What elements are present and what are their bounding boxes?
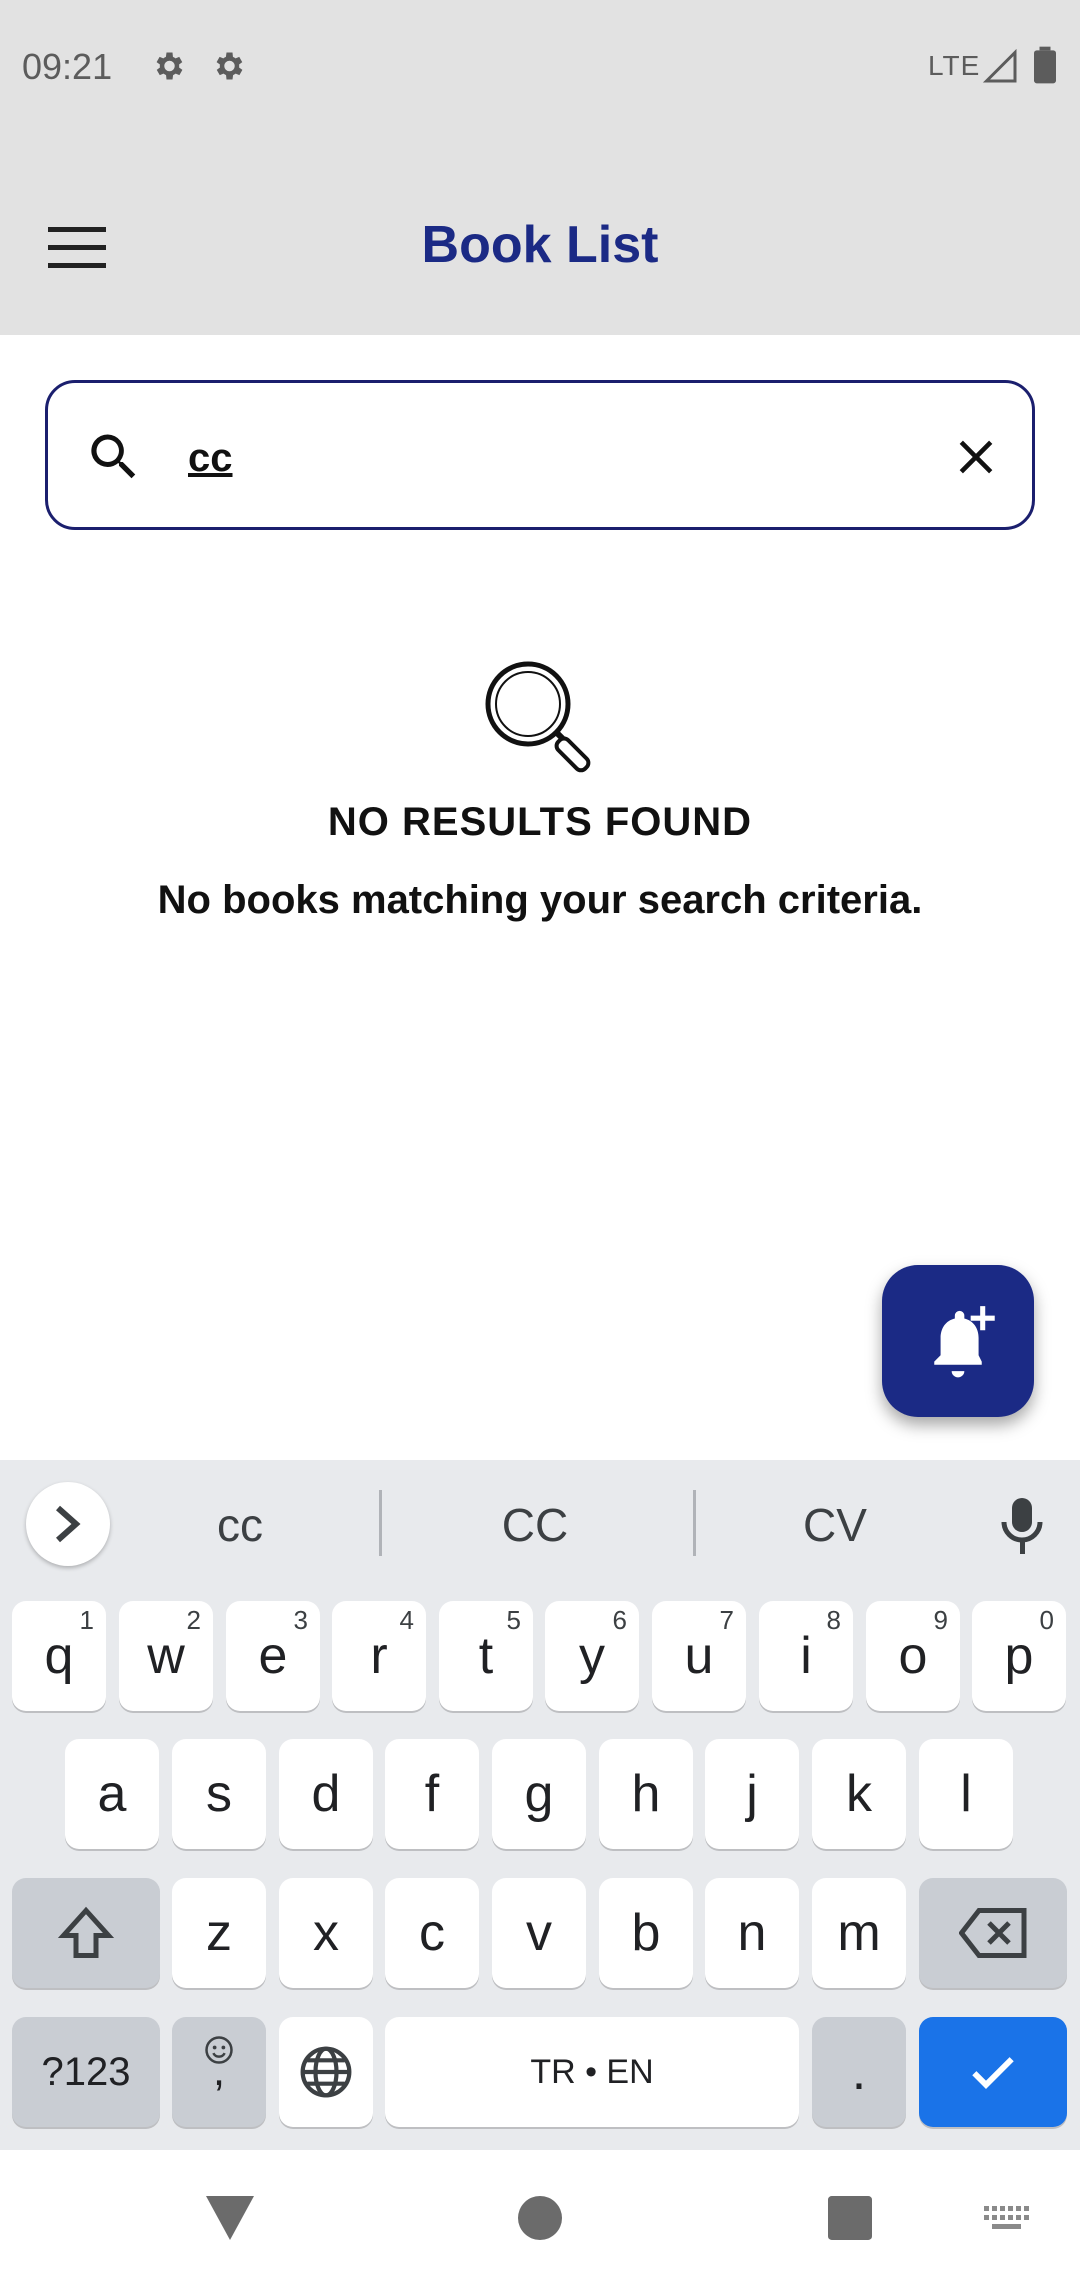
key-hint: 9 [933, 1605, 948, 1635]
symbols-key[interactable]: ?123 [12, 2017, 160, 2127]
suggestions-expand-button[interactable] [26, 1482, 110, 1566]
suggestion-item[interactable]: CV [730, 1490, 940, 1560]
battery-icon [1034, 46, 1056, 84]
add-alert-button[interactable] [882, 1265, 1034, 1417]
key-hint: 2 [186, 1605, 201, 1635]
key-u[interactable]: u7 [652, 1601, 746, 1711]
keyboard-switcher-icon[interactable] [984, 2206, 1030, 2236]
key-label: y [579, 1627, 605, 1685]
key-label: u [684, 1627, 714, 1685]
key-r[interactable]: r4 [332, 1601, 426, 1711]
key-hint: 7 [719, 1605, 734, 1635]
key-w[interactable]: w2 [119, 1601, 213, 1711]
key-a[interactable]: a [65, 1739, 159, 1849]
emoji-key[interactable]: , [172, 2017, 266, 2127]
space-key[interactable]: TR • EN [385, 2017, 799, 2127]
home-icon[interactable] [518, 2196, 562, 2240]
shift-key[interactable] [12, 1878, 160, 1988]
key-hint: 8 [826, 1605, 841, 1635]
key-c[interactable]: c [385, 1878, 479, 1988]
close-icon[interactable] [948, 429, 1004, 485]
key-hint: 4 [399, 1605, 414, 1635]
microphone-icon[interactable] [998, 1496, 1046, 1556]
key-label: e [258, 1627, 288, 1685]
key-g[interactable]: g [492, 1739, 586, 1849]
key-x[interactable]: x [279, 1878, 373, 1988]
checkmark-icon [972, 2057, 1014, 2089]
key-m[interactable]: m [812, 1878, 906, 1988]
shift-icon [57, 1906, 115, 1958]
gear-icon [216, 52, 243, 80]
magnifier-icon [485, 661, 591, 773]
key-q[interactable]: q1 [12, 1601, 106, 1711]
key-j[interactable]: j [705, 1739, 799, 1849]
key-n[interactable]: n [705, 1878, 799, 1988]
key-label: t [478, 1627, 494, 1685]
empty-state-subtitle: No books matching your search criteria. [157, 878, 923, 922]
key-label: p [1004, 1627, 1034, 1685]
empty-state-title: NO RESULTS FOUND [327, 800, 753, 844]
comma-label: , [212, 2046, 226, 2095]
backspace-icon [959, 1908, 1027, 1958]
key-o[interactable]: o9 [866, 1601, 960, 1711]
search-input[interactable] [188, 423, 838, 493]
key-k[interactable]: k [812, 1739, 906, 1849]
period-key[interactable]: . [812, 2017, 906, 2127]
key-t[interactable]: t5 [439, 1601, 533, 1711]
key-p[interactable]: p0 [972, 1601, 1066, 1711]
chevron-right-icon [56, 1505, 81, 1543]
key-e[interactable]: e3 [226, 1601, 320, 1711]
signal-icon [982, 48, 1017, 83]
key-label: q [44, 1627, 74, 1685]
key-s[interactable]: s [172, 1739, 266, 1849]
suggestion-item[interactable]: cc [140, 1490, 340, 1560]
suggestion-item[interactable]: CC [430, 1490, 640, 1560]
status-bar: 09:21 LTE [0, 0, 1080, 135]
enter-key[interactable] [919, 2017, 1067, 2127]
suggestion-divider [379, 1490, 382, 1556]
key-hint: 3 [293, 1605, 308, 1635]
key-h[interactable]: h [599, 1739, 693, 1849]
search-icon [91, 434, 136, 479]
suggestion-divider [693, 1490, 696, 1556]
language-key[interactable] [279, 2017, 373, 2127]
gear-icon [156, 52, 183, 80]
key-label: o [898, 1627, 928, 1685]
key-label: i [800, 1627, 812, 1685]
back-icon[interactable] [206, 2196, 254, 2240]
key-label: w [147, 1627, 185, 1685]
network-type: LTE [928, 50, 981, 81]
key-v[interactable]: v [492, 1878, 586, 1988]
navigation-bar [0, 2150, 1080, 2280]
app-bar: Book List [0, 135, 1080, 335]
key-y[interactable]: y6 [545, 1601, 639, 1711]
key-hint: 0 [1039, 1605, 1054, 1635]
key-hint: 6 [612, 1605, 627, 1635]
backspace-key[interactable] [919, 1878, 1067, 1988]
key-z[interactable]: z [172, 1878, 266, 1988]
key-b[interactable]: b [599, 1878, 693, 1988]
key-label: r [370, 1627, 388, 1685]
key-hint: 1 [79, 1605, 94, 1635]
search-bar[interactable] [45, 380, 1035, 530]
page-title: Book List [421, 216, 659, 274]
on-screen-keyboard: cc CC CV q1 w2 e3 r4 t5 y6 u7 i8 o9 p0 a… [0, 1460, 1080, 2150]
globe-icon [300, 2046, 352, 2098]
key-l[interactable]: l [919, 1739, 1013, 1849]
key-d[interactable]: d [279, 1739, 373, 1849]
key-i[interactable]: i8 [759, 1601, 853, 1711]
key-f[interactable]: f [385, 1739, 479, 1849]
key-hint: 5 [506, 1605, 521, 1635]
status-time: 09:21 [22, 46, 113, 87]
add-alert-bell-icon [934, 1306, 995, 1378]
recents-icon[interactable] [828, 2196, 872, 2240]
